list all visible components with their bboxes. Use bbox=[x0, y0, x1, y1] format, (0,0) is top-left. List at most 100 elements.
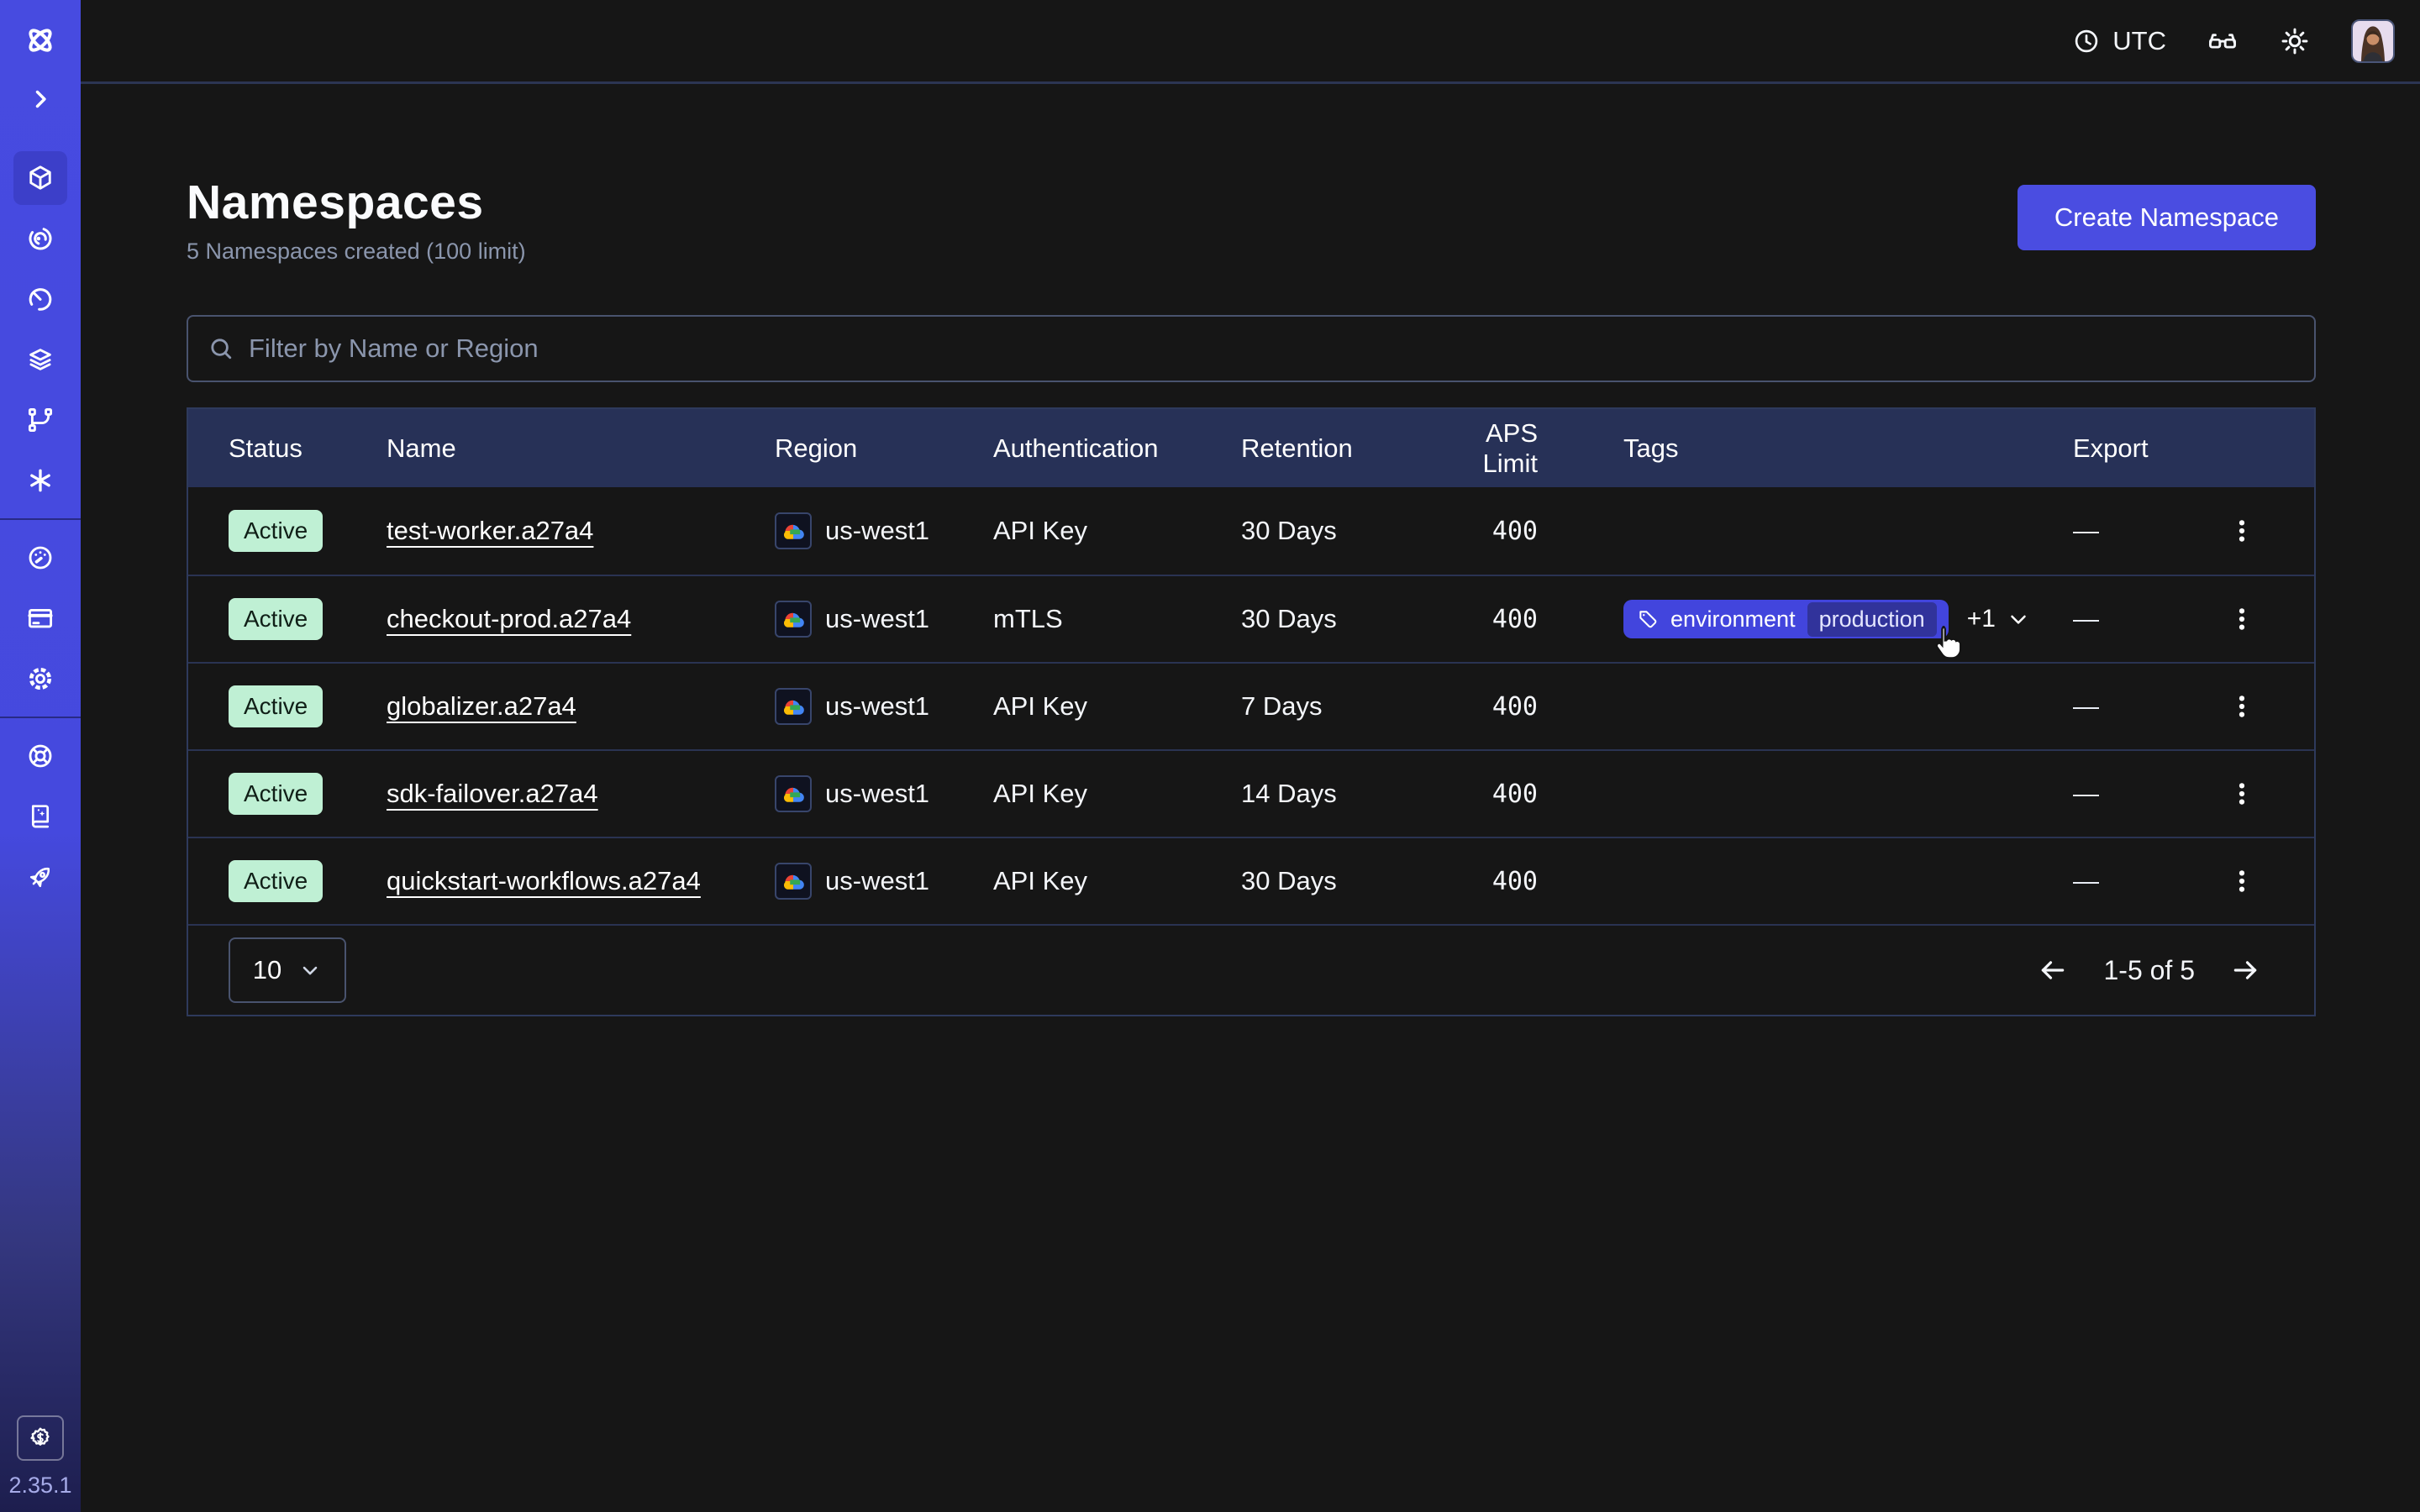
gcp-region-icon bbox=[775, 863, 812, 900]
retention-cell: 7 Days bbox=[1241, 691, 1434, 722]
aps-limit-cell: 400 bbox=[1434, 780, 1538, 809]
export-cell: — bbox=[2073, 691, 2216, 722]
namespace-link[interactable]: globalizer.a27a4 bbox=[387, 691, 576, 721]
labs-mode-button[interactable] bbox=[2207, 25, 2238, 57]
branch-icon bbox=[25, 405, 55, 435]
filter-bar bbox=[187, 315, 2316, 382]
status-cell: Active bbox=[229, 598, 387, 640]
namespace-count: 5 Namespaces created (100 limit) bbox=[187, 239, 526, 265]
tag-pill[interactable]: environment production bbox=[1623, 600, 1949, 638]
sidebar-item-workflows[interactable] bbox=[13, 212, 67, 265]
filter-input[interactable] bbox=[249, 333, 2296, 364]
row-menu-button[interactable] bbox=[2216, 867, 2267, 895]
table-footer: 10 1-5 of 5 bbox=[188, 924, 2314, 1015]
tag-value: production bbox=[1807, 602, 1937, 637]
status-badge: Active bbox=[229, 598, 323, 640]
export-value: — bbox=[2073, 516, 2099, 545]
aps-limit-cell: 400 bbox=[1434, 517, 1538, 546]
status-badge: Active bbox=[229, 510, 323, 552]
table-header-row: Status Name Region Authentication Retent… bbox=[188, 409, 2314, 487]
theme-toggle-button[interactable] bbox=[2279, 25, 2311, 57]
sidebar-nav-account bbox=[13, 531, 67, 706]
lifebuoy-icon bbox=[25, 741, 55, 771]
arrow-right-icon bbox=[2228, 953, 2262, 987]
table-row: Active sdk-failover.a27a4 us-west1 API K… bbox=[188, 749, 2314, 837]
sidebar-item-deployments[interactable] bbox=[13, 393, 67, 447]
gcp-region-icon bbox=[775, 601, 812, 638]
retention-cell: 30 Days bbox=[1241, 516, 1434, 546]
col-status: Status bbox=[229, 433, 387, 464]
region-cell: us-west1 bbox=[775, 863, 993, 900]
namespace-link[interactable]: quickstart-workflows.a27a4 bbox=[387, 866, 701, 895]
timezone-label: UTC bbox=[2112, 26, 2166, 56]
sidebar-divider-2 bbox=[0, 717, 81, 718]
page-size-select[interactable]: 10 bbox=[229, 937, 346, 1003]
title-block: Namespaces 5 Namespaces created (100 lim… bbox=[187, 175, 526, 265]
dollar-badge-icon bbox=[27, 1425, 54, 1452]
sidebar-item-retention-timer[interactable] bbox=[13, 272, 67, 326]
status-badge: Active bbox=[229, 773, 323, 815]
row-menu-button[interactable] bbox=[2216, 692, 2267, 721]
gcp-region-icon bbox=[775, 775, 812, 812]
sidebar-item-layers[interactable] bbox=[13, 333, 67, 386]
arrow-left-icon bbox=[2036, 953, 2070, 987]
sidebar-item-settings[interactable] bbox=[13, 652, 67, 706]
row-menu-button[interactable] bbox=[2216, 780, 2267, 808]
sidebar-item-usage[interactable] bbox=[13, 531, 67, 585]
auth-cell: API Key bbox=[993, 866, 1241, 896]
row-menu-button[interactable] bbox=[2216, 605, 2267, 633]
clock-icon bbox=[2072, 27, 2101, 55]
auth-cell: mTLS bbox=[993, 604, 1241, 634]
region-cell: us-west1 bbox=[775, 775, 993, 812]
status-badge: Active bbox=[229, 685, 323, 727]
pricing-badge-button[interactable] bbox=[17, 1415, 64, 1461]
sidebar-item-getting-started[interactable] bbox=[13, 850, 67, 904]
namespace-link[interactable]: test-worker.a27a4 bbox=[387, 516, 593, 545]
export-value: — bbox=[2073, 779, 2099, 808]
sidebar-item-namespaces[interactable] bbox=[13, 151, 67, 205]
col-aps-limit: APS Limit bbox=[1434, 418, 1538, 479]
table-row: Active test-worker.a27a4 us-west1 API Ke… bbox=[188, 487, 2314, 575]
sidebar-expand-chevron-icon[interactable] bbox=[13, 72, 67, 126]
kebab-menu-icon bbox=[2228, 517, 2256, 545]
sidebar-item-support[interactable] bbox=[13, 729, 67, 783]
rocket-icon bbox=[25, 862, 55, 892]
next-page-button[interactable] bbox=[2223, 948, 2267, 992]
export-cell: — bbox=[2073, 516, 2216, 546]
export-value: — bbox=[2073, 604, 2099, 633]
create-namespace-button[interactable]: Create Namespace bbox=[2018, 185, 2316, 250]
auth-cell: API Key bbox=[993, 691, 1241, 722]
sidebar: 2.35.1 bbox=[0, 0, 81, 1512]
sidebar-item-billing[interactable] bbox=[13, 591, 67, 645]
auth-cell: API Key bbox=[993, 779, 1241, 809]
temporal-logo-icon[interactable] bbox=[13, 13, 67, 67]
billing-card-icon bbox=[25, 603, 55, 633]
topbar: UTC bbox=[81, 0, 2420, 84]
export-value: — bbox=[2073, 866, 2099, 895]
table-row: Active quickstart-workflows.a27a4 us-wes… bbox=[188, 837, 2314, 924]
page-size-value: 10 bbox=[253, 955, 281, 985]
retention-cell: 14 Days bbox=[1241, 779, 1434, 809]
region-label: us-west1 bbox=[825, 691, 929, 722]
namespace-link[interactable]: sdk-failover.a27a4 bbox=[387, 779, 598, 808]
col-authentication: Authentication bbox=[993, 433, 1241, 464]
col-name: Name bbox=[387, 433, 775, 464]
kebab-menu-icon bbox=[2228, 780, 2256, 808]
aps-limit-cell: 400 bbox=[1434, 867, 1538, 896]
asterisk-icon bbox=[25, 465, 55, 496]
status-cell: Active bbox=[229, 860, 387, 902]
user-avatar[interactable] bbox=[2351, 19, 2395, 63]
more-tags-toggle[interactable]: +1 bbox=[1967, 605, 2031, 633]
sidebar-item-docs[interactable] bbox=[13, 790, 67, 843]
sidebar-item-connectivity[interactable] bbox=[13, 454, 67, 507]
retention-cell: 30 Days bbox=[1241, 604, 1434, 634]
col-tags: Tags bbox=[1538, 433, 2073, 464]
gauge-icon bbox=[25, 543, 55, 573]
table-row: Active checkout-prod.a27a4 us-west1 mTLS bbox=[188, 575, 2314, 662]
aps-limit-cell: 400 bbox=[1434, 692, 1538, 722]
namespace-link[interactable]: checkout-prod.a27a4 bbox=[387, 604, 631, 633]
row-menu-button[interactable] bbox=[2216, 517, 2267, 545]
region-label: us-west1 bbox=[825, 779, 929, 809]
timezone-selector[interactable]: UTC bbox=[2072, 26, 2166, 56]
prev-page-button[interactable] bbox=[2031, 948, 2075, 992]
